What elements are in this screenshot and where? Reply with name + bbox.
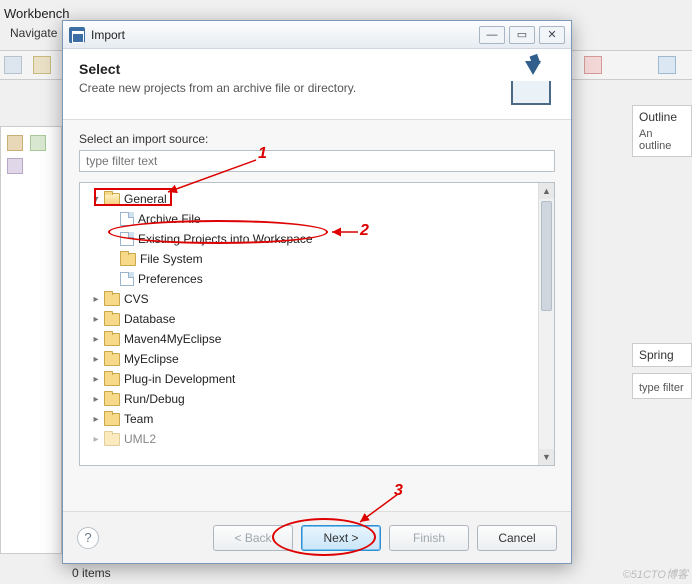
right-sidebar: Outline An outline Spring type filter xyxy=(632,105,692,554)
tree-node-existing-projects[interactable]: Existing Projects into Workspace xyxy=(84,229,550,249)
minimize-button[interactable]: — xyxy=(479,26,505,44)
sidebar-icon[interactable] xyxy=(30,135,46,151)
expander-icon[interactable]: ▸ xyxy=(90,293,102,305)
expander-icon[interactable]: ▸ xyxy=(90,313,102,325)
folder-icon xyxy=(104,393,120,406)
dialog-subheading: Create new projects from an archive file… xyxy=(79,81,507,95)
import-dialog: Import — ▭ ✕ Select Create new projects … xyxy=(62,20,572,564)
tree-label: UML2 xyxy=(124,432,156,446)
scroll-down-button[interactable]: ▼ xyxy=(539,449,554,465)
outline-text: An outline xyxy=(639,128,685,152)
folder-icon xyxy=(104,353,120,366)
tree-node-filesystem[interactable]: File System xyxy=(84,249,550,269)
sidebar-icon[interactable] xyxy=(7,158,23,174)
tree-label: Team xyxy=(124,412,153,426)
file-icon xyxy=(120,272,134,286)
dialog-footer: ? < Back Next > Finish Cancel xyxy=(63,511,571,563)
outline-panel[interactable]: Outline An outline xyxy=(632,105,692,157)
help-button[interactable]: ? xyxy=(77,527,99,549)
menu-navigate[interactable]: Navigate xyxy=(10,26,57,40)
back-button: < Back xyxy=(213,525,293,551)
scroll-up-button[interactable]: ▲ xyxy=(539,183,554,199)
tree-label: Run/Debug xyxy=(124,392,185,406)
folder-icon xyxy=(104,413,120,426)
tree-label: MyEclipse xyxy=(124,352,179,366)
expander-icon[interactable]: ▸ xyxy=(90,353,102,365)
import-tree: ▾ General Archive File Existing Projects… xyxy=(79,182,555,466)
close-button[interactable]: ✕ xyxy=(539,26,565,44)
tree-node-rundebug[interactable]: ▸ Run/Debug xyxy=(84,389,550,409)
scroll-thumb[interactable] xyxy=(541,201,552,311)
tree-node-plugin[interactable]: ▸ Plug-in Development xyxy=(84,369,550,389)
expander-icon[interactable]: ▸ xyxy=(90,393,102,405)
tree-node-database[interactable]: ▸ Database xyxy=(84,309,550,329)
tree-label: Preferences xyxy=(138,272,203,286)
tree-label: Archive File xyxy=(138,212,201,226)
spring-title: Spring xyxy=(639,348,685,362)
expander-icon[interactable]: ▸ xyxy=(90,333,102,345)
dialog-title: Import xyxy=(91,28,479,42)
tree-node-team[interactable]: ▸ Team xyxy=(84,409,550,429)
folder-open-icon xyxy=(104,193,120,206)
tree-node-myeclipse[interactable]: ▸ MyEclipse xyxy=(84,349,550,369)
file-icon xyxy=(120,212,134,226)
tree-label: Plug-in Development xyxy=(124,372,235,386)
dialog-app-icon xyxy=(69,27,85,43)
expander-icon[interactable]: ▸ xyxy=(90,373,102,385)
tree-node-uml[interactable]: ▸ UML2 xyxy=(84,429,550,449)
import-icon xyxy=(507,61,555,105)
outline-title: Outline xyxy=(639,110,685,124)
spring-filter[interactable]: type filter xyxy=(632,373,692,399)
tree-label: General xyxy=(124,192,167,206)
finish-button: Finish xyxy=(389,525,469,551)
next-button[interactable]: Next > xyxy=(301,525,381,551)
file-icon xyxy=(120,232,134,246)
toolbar-icon[interactable] xyxy=(584,56,602,74)
tree-node-archive[interactable]: Archive File xyxy=(84,209,550,229)
cancel-button[interactable]: Cancel xyxy=(477,525,557,551)
workbench-title: Workbench xyxy=(4,6,70,21)
source-label: Select an import source: xyxy=(79,132,555,146)
expander-icon[interactable]: ▸ xyxy=(90,433,102,445)
folder-icon xyxy=(104,333,120,346)
spring-panel[interactable]: Spring xyxy=(632,343,692,367)
tree-node-preferences[interactable]: Preferences xyxy=(84,269,550,289)
sidebar-icon[interactable] xyxy=(7,135,23,151)
folder-icon xyxy=(104,433,120,446)
maximize-button[interactable]: ▭ xyxy=(509,26,535,44)
status-bar-text: 0 items xyxy=(72,566,111,580)
tree-label: Database xyxy=(124,312,175,326)
dialog-header: Select Create new projects from an archi… xyxy=(63,49,571,120)
expander-icon[interactable]: ▾ xyxy=(90,193,102,205)
tree-node-cvs[interactable]: ▸ CVS xyxy=(84,289,550,309)
tree-label: Existing Projects into Workspace xyxy=(138,232,313,246)
folder-icon xyxy=(104,373,120,386)
tree-label: File System xyxy=(140,252,203,266)
folder-icon xyxy=(120,253,136,266)
tree-label: Maven4MyEclipse xyxy=(124,332,221,346)
tree-node-general[interactable]: ▾ General xyxy=(84,189,550,209)
left-sidebar xyxy=(0,126,62,554)
toolbar-icon[interactable] xyxy=(4,56,22,74)
toolbar-icon[interactable] xyxy=(658,56,676,74)
folder-icon xyxy=(104,293,120,306)
dialog-heading: Select xyxy=(79,61,507,77)
dialog-titlebar[interactable]: Import — ▭ ✕ xyxy=(63,21,571,49)
toolbar-icon[interactable] xyxy=(33,56,51,74)
tree-node-maven[interactable]: ▸ Maven4MyEclipse xyxy=(84,329,550,349)
expander-icon[interactable]: ▸ xyxy=(90,413,102,425)
filter-input[interactable] xyxy=(79,150,555,172)
folder-icon xyxy=(104,313,120,326)
watermark: ©51CTO博客 xyxy=(623,566,688,582)
spring-filter-text: type filter xyxy=(639,382,685,394)
tree-scrollbar[interactable]: ▲ ▼ xyxy=(538,183,554,465)
tree-label: CVS xyxy=(124,292,149,306)
